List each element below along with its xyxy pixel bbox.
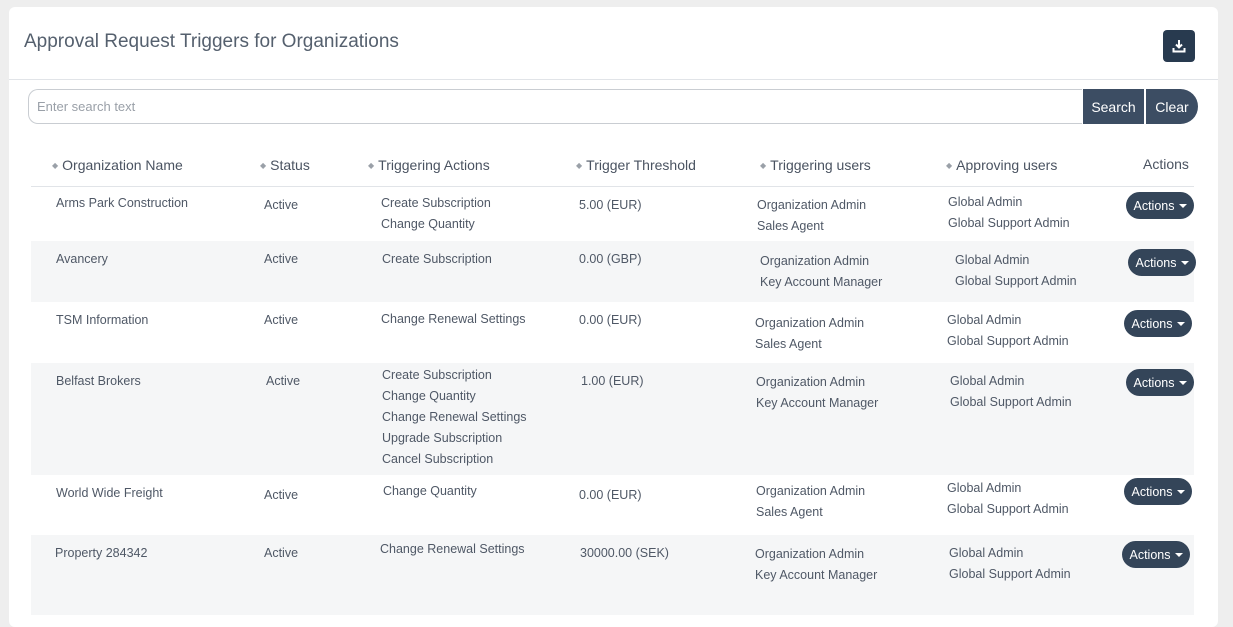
table-row: Belfast Brokers Active Create Subscripti… xyxy=(31,363,1194,475)
actions-button[interactable]: Actions xyxy=(1126,192,1194,219)
search-bar: Search Clear xyxy=(28,89,1198,124)
status: Active xyxy=(264,488,299,502)
triggering-actions: Create Subscription xyxy=(382,252,492,266)
approving-users: Global Admin Global Support Admin xyxy=(947,313,1069,348)
triggering-actions: Create Subscription Change Quantity xyxy=(381,196,491,231)
column-header-organization-name[interactable]: ◆ Organization Name xyxy=(52,157,183,173)
caret-down-icon xyxy=(1178,203,1187,208)
trigger-threshold: 1.00 (EUR) xyxy=(581,374,644,388)
caret-down-icon xyxy=(1176,489,1185,494)
table-row: Property 284342 Active Change Renewal Se… xyxy=(31,535,1194,615)
triggering-actions: Change Renewal Settings xyxy=(380,542,525,556)
page-title: Approval Request Triggers for Organizati… xyxy=(24,31,399,52)
approving-users: Global Admin Global Support Admin xyxy=(948,195,1070,230)
caret-down-icon xyxy=(1176,321,1185,326)
triggering-actions: Change Renewal Settings xyxy=(381,312,526,326)
table-row: World Wide Freight Active Change Quantit… xyxy=(31,475,1194,535)
trigger-threshold: 0.00 (EUR) xyxy=(579,488,642,502)
status: Active xyxy=(264,252,299,266)
organization-name: Property 284342 xyxy=(55,546,148,560)
approving-users: Global Admin Global Support Admin xyxy=(950,374,1072,409)
triggering-actions: Create Subscription Change Quantity Chan… xyxy=(382,368,527,466)
sort-icon: ◆ xyxy=(368,161,375,170)
actions-button[interactable]: Actions xyxy=(1124,478,1192,505)
organization-name: Arms Park Construction xyxy=(56,196,188,210)
actions-button[interactable]: Actions xyxy=(1124,310,1192,337)
organization-name: Belfast Brokers xyxy=(56,374,141,388)
trigger-threshold: 0.00 (EUR) xyxy=(579,313,642,327)
approving-users: Global Admin Global Support Admin xyxy=(949,546,1071,581)
sort-icon: ◆ xyxy=(760,161,767,170)
caret-down-icon xyxy=(1180,260,1189,265)
column-header-status[interactable]: ◆ Status xyxy=(260,157,310,173)
search-button[interactable]: Search xyxy=(1083,89,1144,124)
actions-button[interactable]: Actions xyxy=(1128,249,1196,276)
download-button[interactable] xyxy=(1163,30,1195,62)
triggering-users: Organization Admin Key Account Manager xyxy=(756,375,879,410)
status: Active xyxy=(266,374,301,388)
triggering-users: Organization Admin Sales Agent xyxy=(757,198,867,233)
page-header: Approval Request Triggers for Organizati… xyxy=(9,7,1218,80)
sort-icon: ◆ xyxy=(260,161,267,170)
actions-button[interactable]: Actions xyxy=(1122,541,1190,568)
triggering-users: Organization Admin Sales Agent xyxy=(755,316,865,351)
status: Active xyxy=(264,313,299,327)
trigger-threshold: 30000.00 (SEK) xyxy=(580,546,669,560)
download-icon xyxy=(1172,40,1186,53)
clear-button[interactable]: Clear xyxy=(1146,89,1198,124)
column-header-triggering-users[interactable]: ◆ Triggering users xyxy=(760,157,871,173)
table-row: Arms Park Construction Active Create Sub… xyxy=(31,187,1194,241)
column-header-approving-users[interactable]: ◆ Approving users xyxy=(946,157,1057,173)
organization-name: World Wide Freight xyxy=(56,486,163,500)
triggering-users: Organization Admin Key Account Manager xyxy=(755,547,878,582)
column-header-triggering-actions[interactable]: ◆ Triggering Actions xyxy=(368,157,490,173)
table-row: TSM Information Active Change Renewal Se… xyxy=(31,302,1194,363)
column-header-trigger-threshold[interactable]: ◆ Trigger Threshold xyxy=(576,157,696,173)
search-input[interactable] xyxy=(28,89,1082,124)
trigger-threshold: 0.00 (GBP) xyxy=(579,252,642,266)
triggering-users: Organization Admin Key Account Manager xyxy=(760,254,883,289)
triggering-users: Organization Admin Sales Agent xyxy=(756,484,866,519)
table-row: Avancery Active Create Subscription 0.00… xyxy=(31,241,1196,302)
approving-users: Global Admin Global Support Admin xyxy=(955,253,1077,288)
actions-button[interactable]: Actions xyxy=(1126,369,1194,396)
sort-icon: ◆ xyxy=(576,161,583,170)
status: Active xyxy=(264,198,299,212)
status: Active xyxy=(264,546,299,560)
sort-icon: ◆ xyxy=(946,161,953,170)
trigger-threshold: 5.00 (EUR) xyxy=(579,198,642,212)
triggering-actions: Change Quantity xyxy=(383,484,477,498)
approving-users: Global Admin Global Support Admin xyxy=(947,481,1069,516)
caret-down-icon xyxy=(1174,552,1183,557)
column-header-actions: Actions xyxy=(1143,156,1189,172)
organization-name: TSM Information xyxy=(56,313,149,327)
organization-name: Avancery xyxy=(56,252,108,266)
sort-icon: ◆ xyxy=(52,161,59,170)
caret-down-icon xyxy=(1178,380,1187,385)
